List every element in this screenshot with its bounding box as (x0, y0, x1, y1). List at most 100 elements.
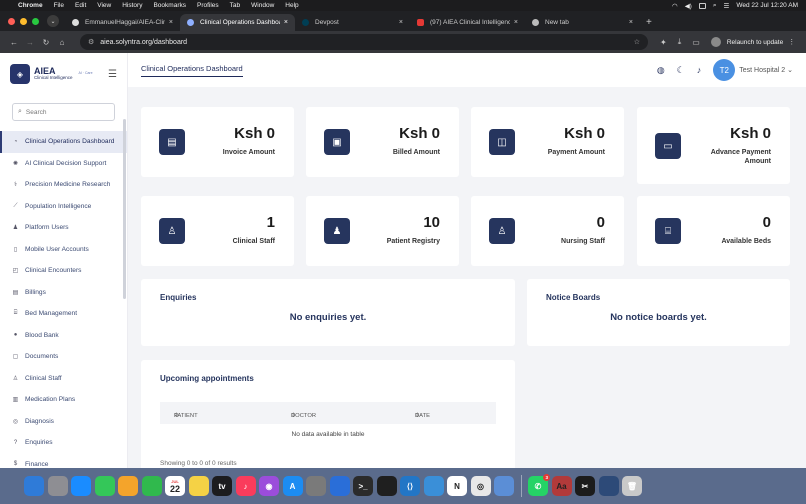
sidebar-item[interactable]: ◎ Diagnosis (0, 411, 127, 433)
close-tab-icon[interactable]: × (399, 19, 403, 26)
menu-bookmarks[interactable]: Bookmarks (153, 2, 186, 9)
sidebar-panel-icon[interactable]: ▭ (692, 38, 700, 47)
menu-tab[interactable]: Tab (230, 2, 240, 9)
dock-launchpad-icon[interactable] (47, 476, 68, 496)
sidebar-item[interactable]: ▤ Billings (0, 282, 127, 304)
user-avatar[interactable]: T2 (713, 59, 736, 81)
wifi-icon[interactable]: ◠ (672, 2, 678, 10)
browser-tab[interactable]: EmmanuelHaggai/AIEA-Clini × (65, 14, 180, 31)
menu-profiles[interactable]: Profiles (197, 2, 219, 9)
dock-xcode-icon[interactable] (329, 476, 350, 496)
sidebar-item[interactable]: ● Blood Bank (0, 325, 127, 347)
dock-calendar-icon[interactable]: JUL 22 (165, 476, 185, 496)
sidebar-item[interactable]: ▢ Documents (0, 346, 127, 368)
sidebar-item[interactable]: ? Enquiries (0, 432, 127, 454)
forward-arrow-icon[interactable]: → (24, 38, 36, 47)
dock-vs-code-icon[interactable]: ⟨⟩ (400, 476, 420, 496)
browser-tab[interactable]: New tab × (525, 14, 640, 31)
dock-notes-icon[interactable] (188, 476, 209, 496)
more-menu-icon[interactable]: ⋮ (788, 38, 795, 46)
browser-tab[interactable]: Devpost × (295, 14, 410, 31)
menu-history[interactable]: History (122, 2, 142, 9)
control-center-icon[interactable]: ☰ (724, 2, 730, 10)
globe-icon[interactable]: ◍ (657, 65, 665, 76)
tab-search-icon[interactable]: ⌄ (47, 15, 59, 27)
menubar-datetime[interactable]: Wed 22 Jul 12:20 AM (736, 2, 798, 9)
dock-apple-tv-icon[interactable]: tv (212, 476, 232, 496)
dock-photos-icon[interactable] (118, 476, 138, 496)
sidebar-item[interactable]: ✺ AI Clinical Decision Support (0, 153, 127, 175)
close-tab-icon[interactable]: × (629, 19, 633, 26)
browser-tab-active[interactable]: Clinical Operations Dashboa × (180, 14, 295, 31)
sidebar-item[interactable]: ⟋ Population Intelligence (0, 196, 127, 218)
sidebar-item[interactable]: ♟ Platform Users (0, 217, 127, 239)
reload-icon[interactable]: ↻ (40, 38, 52, 47)
close-tab-icon[interactable]: × (284, 19, 288, 26)
search-status-icon[interactable]: ⌕ (713, 2, 717, 10)
maximize-window-button[interactable] (32, 17, 39, 25)
dock-preview-icon[interactable] (494, 476, 514, 496)
sidebar-item[interactable]: $ Finance (0, 454, 127, 469)
download-icon[interactable]: ⤓ (678, 37, 682, 47)
dock-system-settings-icon[interactable] (306, 476, 326, 496)
menu-view[interactable]: View (97, 2, 111, 9)
dock-terminal-icon[interactable]: >_ (353, 476, 373, 496)
battery-icon[interactable] (698, 2, 706, 9)
notification-bell-icon[interactable]: ♪ (697, 65, 702, 75)
profile-avatar[interactable] (710, 37, 721, 47)
sidebar-item[interactable]: ▯ Mobile User Accounts (0, 239, 127, 261)
dock-screenshot-icon[interactable] (598, 476, 619, 496)
sort-icon: ⇕ (415, 413, 420, 419)
sidebar-search-input[interactable]: ⌕ Search (12, 103, 115, 121)
sidebar-item[interactable]: ⚕ Precision Medicine Research (0, 174, 127, 196)
sidebar-scrollbar[interactable] (123, 119, 126, 299)
menu-edit[interactable]: Edit (75, 2, 86, 9)
dashboard-icon: ◔ (13, 138, 18, 145)
sidebar-item[interactable]: ◰ Clinical Encounters (0, 260, 127, 282)
menu-file[interactable]: File (54, 2, 64, 9)
back-arrow-icon[interactable]: ← (8, 38, 20, 47)
close-tab-icon[interactable]: × (169, 19, 173, 26)
dock-facetime-icon[interactable] (141, 476, 162, 496)
menu-window[interactable]: Window (251, 2, 274, 9)
dock-messages-icon[interactable] (94, 476, 115, 496)
dock-mail-icon[interactable] (423, 476, 444, 496)
volume-icon[interactable]: ◀) (685, 2, 692, 10)
dock-chrome-icon[interactable]: ◎ (470, 476, 491, 496)
minimize-window-button[interactable] (20, 17, 27, 25)
dock-trash-icon[interactable]: 🗑 (622, 476, 642, 496)
menu-app-name[interactable]: Chrome (18, 2, 43, 9)
relaunch-button[interactable]: Relaunch to update (727, 39, 783, 46)
menu-help[interactable]: Help (285, 2, 298, 9)
aiea-logo-icon[interactable]: ◈ (10, 64, 30, 84)
site-info-icon[interactable]: ⚙ (88, 38, 94, 46)
new-tab-icon[interactable]: + (646, 17, 652, 28)
hospital-selector[interactable]: Test Hospital 2 ⌄ (739, 66, 793, 74)
dock-dictionary-icon[interactable]: Aa (551, 476, 572, 496)
dock-podcasts-icon[interactable]: ◉ (259, 476, 279, 496)
address-bar[interactable]: ⚙ aiea.solyntra.org/dashboard ☆ (80, 34, 648, 50)
browser-tab[interactable]: (97) AIEA Clinical Intelligence × (410, 14, 525, 31)
dock-capcut-icon[interactable]: ✂ (575, 476, 595, 496)
dock-notion-icon[interactable]: N (447, 476, 467, 496)
sidebar-item[interactable]: ♙ Clinical Staff (0, 368, 127, 390)
dock-safari-icon[interactable] (71, 476, 91, 496)
close-tab-icon[interactable]: × (514, 19, 518, 26)
dock-chatgpt-icon[interactable] (376, 476, 397, 496)
github-favicon-icon (72, 19, 79, 26)
dock-finder-icon[interactable] (24, 476, 44, 496)
dock-app-store-icon[interactable]: A (282, 476, 303, 496)
dock-music-icon[interactable]: ♪ (235, 476, 256, 496)
extensions-icon[interactable]: ✦ (660, 38, 667, 47)
stat-label: Patient Registry (386, 238, 440, 245)
sidebar-item[interactable]: ▥ Medication Plans (0, 389, 127, 411)
browser-toolbar: ← → ↻ ⌂ ⚙ aiea.solyntra.org/dashboard ☆ … (0, 31, 806, 53)
bookmark-star-icon[interactable]: ☆ (634, 38, 640, 46)
hamburger-menu-icon[interactable]: ☰ (108, 69, 117, 80)
sidebar-item[interactable]: ◔ Clinical Operations Dashboard (0, 131, 127, 153)
dark-mode-moon-icon[interactable]: ☾ (677, 65, 685, 76)
home-icon[interactable]: ⌂ (56, 38, 68, 47)
sidebar-item[interactable]: ⌸ Bed Management (0, 303, 127, 325)
close-window-button[interactable] (8, 17, 15, 25)
dock-whatsapp-icon[interactable]: ✆ 3 (528, 474, 550, 496)
